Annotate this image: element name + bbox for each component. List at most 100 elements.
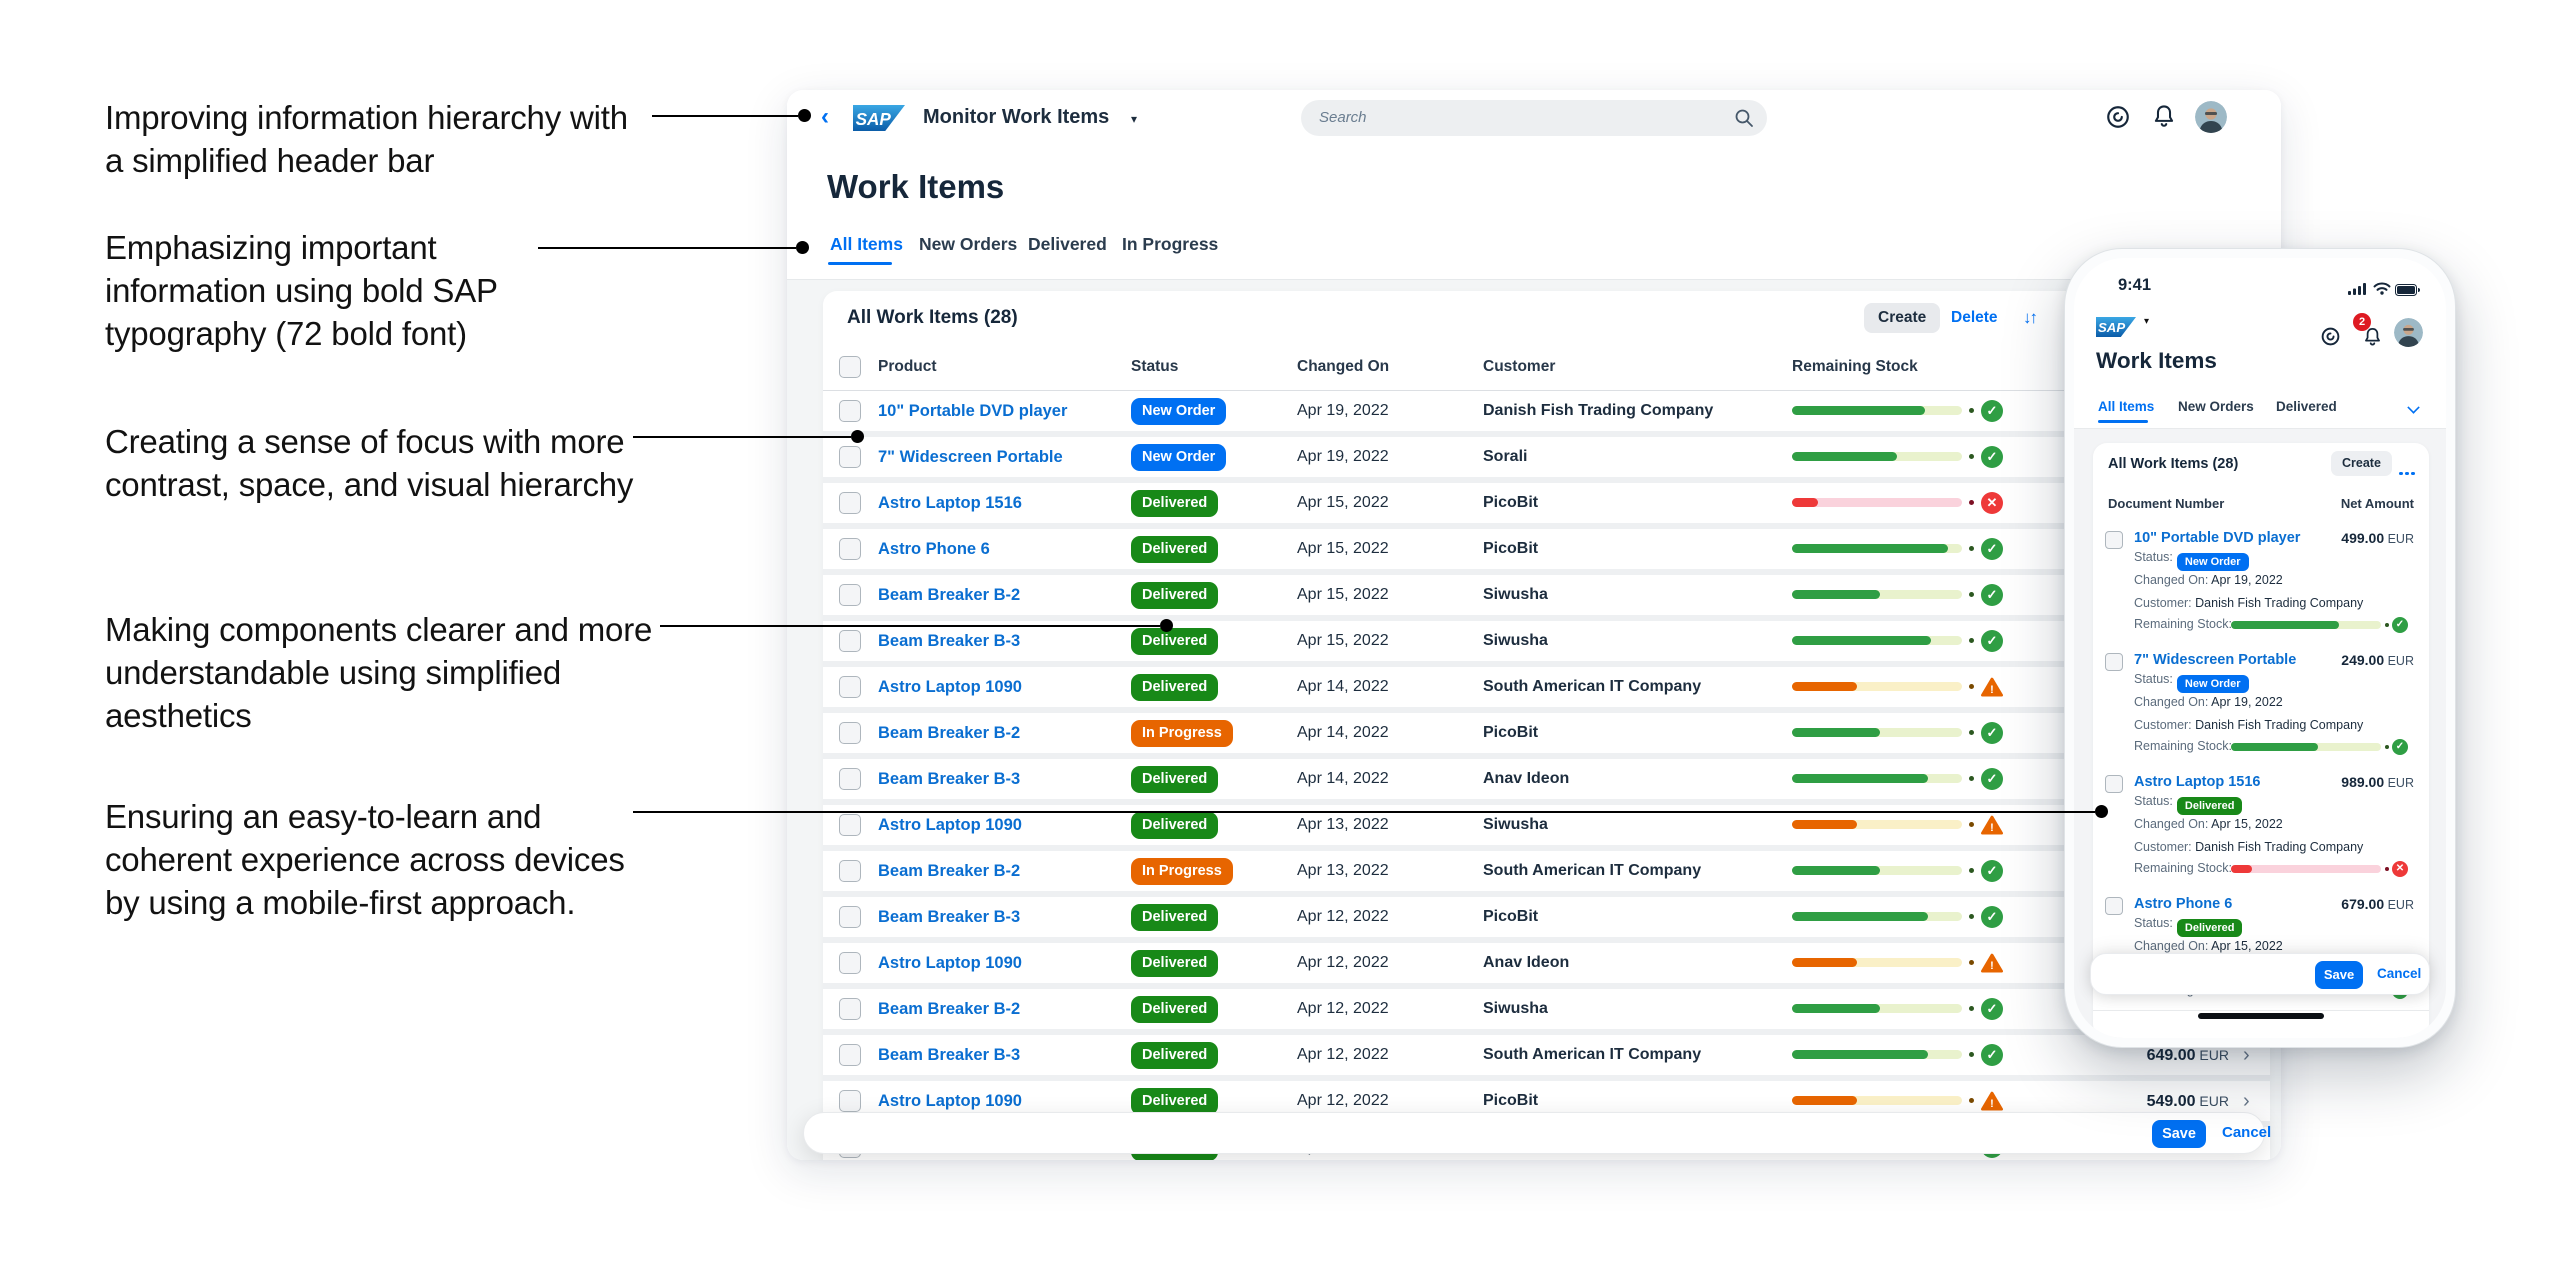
product-link[interactable]: Astro Laptop 1090 xyxy=(878,667,1022,707)
row-checkbox[interactable] xyxy=(839,1044,861,1066)
row-checkbox[interactable] xyxy=(839,584,861,606)
row-checkbox[interactable] xyxy=(839,446,861,468)
table-row[interactable]: Beam Breaker B-3DeliveredApr 15, 2022Siw… xyxy=(823,621,2270,667)
table-row[interactable]: Beam Breaker B-3DeliveredApr 14, 2022Ana… xyxy=(823,759,2270,805)
column-document-number: Document Number xyxy=(2108,485,2224,522)
row-checkbox[interactable] xyxy=(839,1090,861,1112)
list-item[interactable]: 10" Portable DVD player499.00 EURStatus:… xyxy=(2093,522,2429,645)
copilot-icon[interactable] xyxy=(2320,326,2341,352)
product-link[interactable]: 10" Portable DVD player xyxy=(878,391,1067,431)
product-link[interactable]: Beam Breaker B-2 xyxy=(878,851,1020,891)
table-row[interactable]: Astro Laptop 1516DeliveredApr 15, 2022Pi… xyxy=(823,483,2270,529)
row-checkbox[interactable] xyxy=(839,630,861,652)
product-link[interactable]: Beam Breaker B-3 xyxy=(878,759,1020,799)
stock-threshold-dot xyxy=(1969,408,1974,413)
table-row[interactable]: 7" Widescreen PortableNew OrderApr 19, 2… xyxy=(823,437,2270,483)
more-icon[interactable] xyxy=(2399,462,2417,480)
tab-new-orders[interactable]: New Orders xyxy=(919,234,1017,255)
svg-text:SAP: SAP xyxy=(2098,320,2125,335)
create-button[interactable]: Create xyxy=(2331,451,2392,476)
tab-delivered[interactable]: Delivered xyxy=(2276,399,2337,414)
product-link[interactable]: Astro Laptop 1516 xyxy=(878,483,1022,523)
table-row[interactable]: Astro Laptop 1090DeliveredApr 12, 2022An… xyxy=(823,943,2270,989)
stock-threshold-dot xyxy=(1969,914,1974,919)
product-link[interactable]: Astro Phone 6 xyxy=(2134,896,2232,912)
save-button[interactable]: Save xyxy=(2315,961,2363,989)
avatar[interactable] xyxy=(2195,101,2227,133)
search-icon[interactable] xyxy=(1734,108,1754,133)
remaining-stock-row: Remaining Stock: xyxy=(2134,739,2232,753)
row-checkbox[interactable] xyxy=(2105,775,2123,793)
tab-new-orders[interactable]: New Orders xyxy=(2178,399,2254,414)
row-checkbox[interactable] xyxy=(839,722,861,744)
row-checkbox[interactable] xyxy=(839,768,861,790)
chevron-down-icon[interactable]: ▾ xyxy=(2144,316,2149,327)
tab-bar: All Items New Orders Delivered In Progress xyxy=(787,222,2281,280)
remaining-stock-bar xyxy=(1792,958,1962,967)
chevron-down-icon[interactable]: ▾ xyxy=(1131,92,1137,146)
create-button[interactable]: Create xyxy=(1864,303,1940,333)
back-chevron-icon[interactable]: ‹ xyxy=(821,103,829,131)
table-row[interactable]: 10" Portable DVD playerNew OrderApr 19, … xyxy=(823,391,2270,437)
table-row[interactable]: Beam Breaker B-3DeliveredApr 12, 2022Pic… xyxy=(823,897,2270,943)
tab-in-progress[interactable]: In Progress xyxy=(1122,234,1218,255)
row-checkbox[interactable] xyxy=(2105,897,2123,915)
product-link[interactable]: 7" Widescreen Portable xyxy=(878,437,1063,477)
column-net-amount: Net Amount xyxy=(2341,485,2414,522)
list-item[interactable]: Astro Laptop 1516989.00 EURStatus:Delive… xyxy=(2093,766,2429,889)
avatar[interactable] xyxy=(2394,318,2423,347)
table-row[interactable]: Beam Breaker B-2DeliveredApr 15, 2022Siw… xyxy=(823,575,2270,621)
tab-all-items[interactable]: All Items xyxy=(830,234,903,255)
cellular-signal-icon xyxy=(2348,282,2368,300)
sort-icon[interactable]: ↓↑ xyxy=(2023,303,2036,333)
table-row[interactable]: Astro Laptop 1090DeliveredApr 14, 2022So… xyxy=(823,667,2270,713)
copilot-icon[interactable] xyxy=(2105,104,2131,135)
row-checkbox[interactable] xyxy=(839,538,861,560)
product-link[interactable]: Beam Breaker B-3 xyxy=(878,897,1020,937)
table-row[interactable]: Beam Breaker B-3DeliveredApr 12, 2022Sou… xyxy=(823,1035,2270,1081)
tab-delivered[interactable]: Delivered xyxy=(1028,234,1107,255)
product-link[interactable]: 7" Widescreen Portable xyxy=(2134,652,2296,668)
list-item[interactable]: 7" Widescreen Portable249.00 EURStatus:N… xyxy=(2093,644,2429,767)
cancel-button[interactable]: Cancel xyxy=(2222,1113,2271,1153)
product-link[interactable]: 10" Portable DVD player xyxy=(2134,530,2300,546)
bell-icon[interactable] xyxy=(2151,103,2177,136)
table-row[interactable]: Astro Phone 6DeliveredApr 15, 2022PicoBi… xyxy=(823,529,2270,575)
product-link[interactable]: Beam Breaker B-2 xyxy=(878,713,1020,753)
annotation-connector xyxy=(652,115,798,117)
tab-all-items[interactable]: All Items xyxy=(2098,399,2154,414)
product-link[interactable]: Beam Breaker B-2 xyxy=(878,989,1020,1029)
remaining-stock-fill xyxy=(1792,682,1857,691)
row-checkbox[interactable] xyxy=(839,906,861,928)
row-checkbox[interactable] xyxy=(839,860,861,882)
row-checkbox[interactable] xyxy=(839,998,861,1020)
row-checkbox[interactable] xyxy=(2105,531,2123,549)
row-checkbox[interactable] xyxy=(839,400,861,422)
product-link[interactable]: Astro Laptop 1516 xyxy=(2134,774,2261,790)
row-checkbox[interactable] xyxy=(2105,653,2123,671)
product-link[interactable]: Beam Breaker B-3 xyxy=(878,1035,1020,1075)
product-link[interactable]: Beam Breaker B-3 xyxy=(878,621,1020,661)
row-checkbox[interactable] xyxy=(839,952,861,974)
cancel-button[interactable]: Cancel xyxy=(2377,954,2421,994)
select-all-checkbox[interactable] xyxy=(839,356,861,378)
product-link[interactable]: Astro Laptop 1090 xyxy=(878,943,1022,983)
app-title[interactable]: Monitor Work Items xyxy=(923,90,1109,144)
table-row[interactable]: Beam Breaker B-2In ProgressApr 14, 2022P… xyxy=(823,713,2270,759)
product-link[interactable]: Astro Phone 6 xyxy=(878,529,990,569)
remaining-stock-bar xyxy=(1792,636,1962,645)
product-link[interactable]: Beam Breaker B-2 xyxy=(878,575,1020,615)
delete-button[interactable]: Delete xyxy=(1951,303,1998,333)
row-checkbox[interactable] xyxy=(839,492,861,514)
row-checkbox[interactable] xyxy=(839,676,861,698)
table-row[interactable]: Beam Breaker B-2DeliveredApr 12, 2022Siw… xyxy=(823,989,2270,1035)
chevron-down-icon[interactable] xyxy=(2407,401,2419,413)
status-row: Status:Delivered xyxy=(2134,794,2242,815)
save-button[interactable]: Save xyxy=(2152,1120,2206,1148)
table-row[interactable]: Beam Breaker B-2In ProgressApr 13, 2022S… xyxy=(823,851,2270,897)
home-indicator[interactable] xyxy=(2198,1013,2324,1019)
status-row: Status:New Order xyxy=(2134,550,2249,571)
search-input[interactable]: Search xyxy=(1301,100,1767,136)
row-checkbox[interactable] xyxy=(839,814,861,836)
changed-on-value: Apr 14, 2022 xyxy=(1297,667,1389,707)
